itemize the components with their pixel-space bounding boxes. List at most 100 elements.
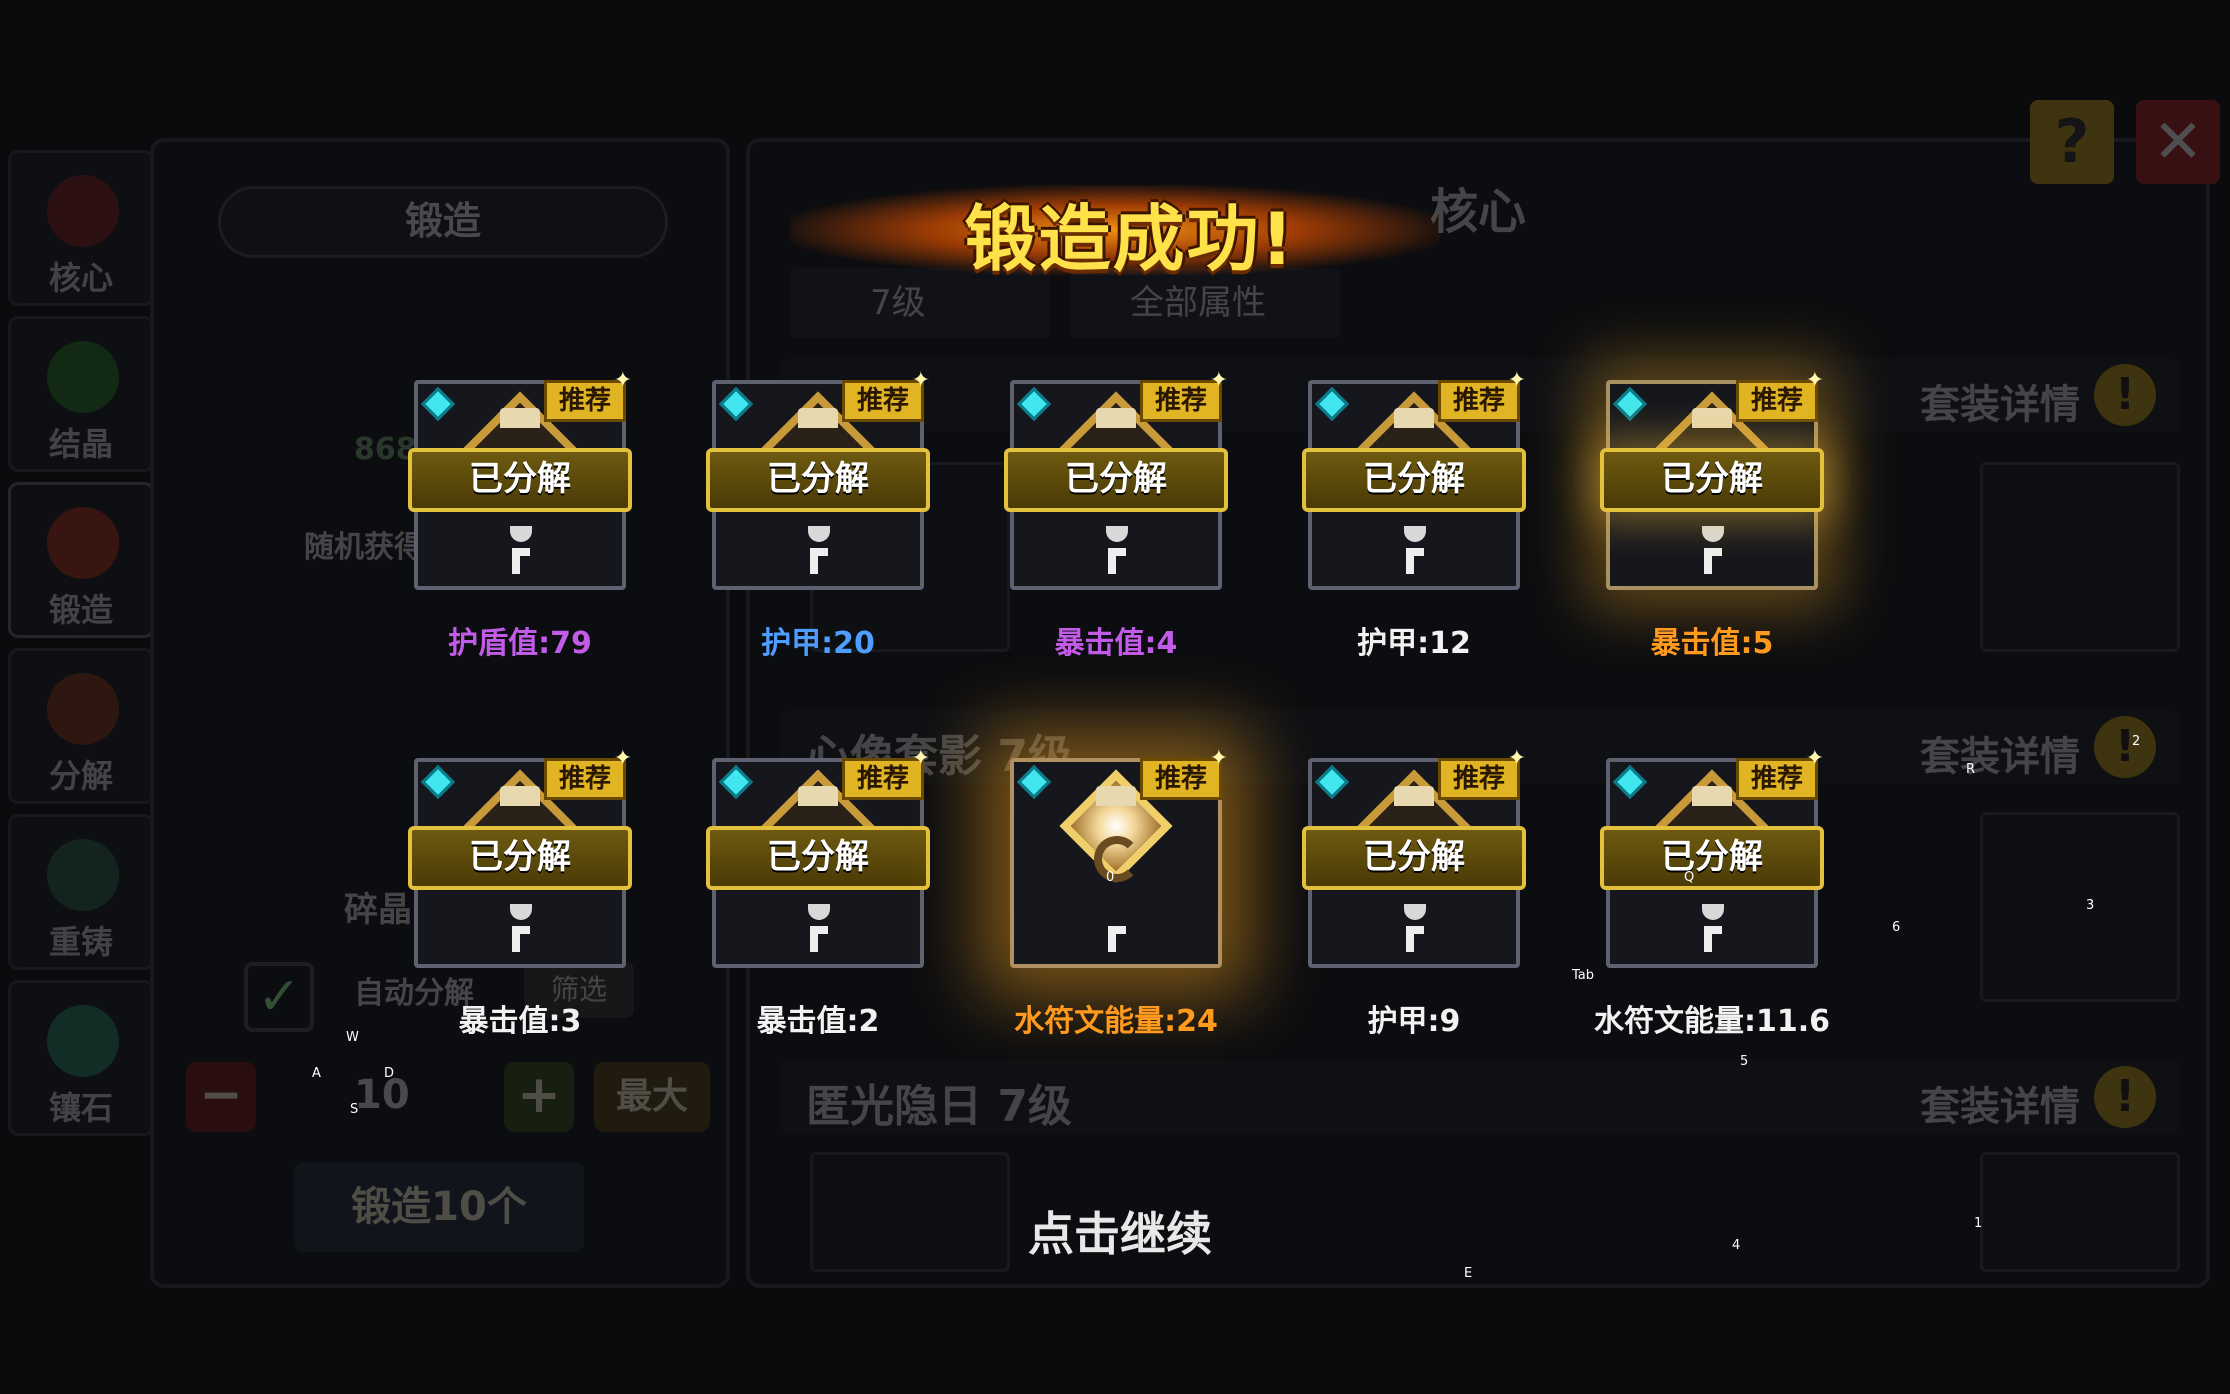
key-hint-6: 6 xyxy=(1892,920,1901,935)
gem-icon xyxy=(47,1005,119,1077)
result-stat: 暴击值:5 xyxy=(1650,626,1774,661)
sidebar-item-label: 锻造 xyxy=(48,591,113,629)
decomposed-stamp: 已分解 xyxy=(1302,448,1526,512)
core-stem xyxy=(1406,548,1424,574)
core-item-card[interactable] xyxy=(1980,812,2180,1002)
key-hint-q: Q xyxy=(1684,870,1695,885)
core-knob xyxy=(1394,408,1434,428)
core-knob xyxy=(500,786,540,806)
decomposed-stamp: 已分解 xyxy=(408,448,632,512)
sparkle-icon: ✦ xyxy=(1209,746,1228,771)
sparkle-icon: ✦ xyxy=(1805,746,1824,771)
result-card[interactable]: 推荐 ✦ 已分解 xyxy=(1004,368,1228,590)
sidebar-item-inlay[interactable]: 镶石 xyxy=(8,980,154,1136)
decomposed-stamp: 已分解 xyxy=(1302,826,1526,890)
sidebar-item-recast[interactable]: 重铸 xyxy=(8,814,154,970)
result-stat: 暴击值:4 xyxy=(1054,626,1178,661)
core-knob xyxy=(798,786,838,806)
core-stem xyxy=(810,926,828,952)
forge-quantity[interactable]: 10 xyxy=(354,1072,410,1118)
sparkle-icon: ✦ xyxy=(911,368,930,393)
result-stat: 暴击值:3 xyxy=(458,1004,582,1039)
result-card[interactable]: 推荐 ✦ 已分解 xyxy=(1302,746,1526,968)
key-hint-1: 1 xyxy=(1974,1216,1983,1231)
result-card-kept[interactable]: 推荐 ✦ xyxy=(1010,746,1228,968)
result-stat: 暴击值:2 xyxy=(756,1004,880,1039)
result-card[interactable]: 推荐 ✦ 已分解 xyxy=(1302,368,1526,590)
close-button[interactable]: ✕ xyxy=(2136,100,2220,184)
key-hint-d: D xyxy=(384,1066,395,1081)
tap-to-continue[interactable]: 点击继续 xyxy=(960,1198,1280,1264)
result-card[interactable]: 推荐 ✦ 已分解 xyxy=(706,746,930,968)
forge-panel: 锻造 8689 随机获得 碎晶 ✓ 自动分解 筛选 − 10 + 最大 锻造10… xyxy=(150,138,730,1288)
sidebar-item-crystal[interactable]: 结晶 xyxy=(8,316,154,472)
core-stem xyxy=(1108,548,1126,574)
key-hint-r: R xyxy=(1966,762,1976,777)
key-hint-5: 5 xyxy=(1740,1054,1749,1069)
result-card[interactable]: 推荐 ✦ 已分解 xyxy=(1600,368,1824,590)
info-icon[interactable]: ! xyxy=(2094,364,2156,426)
result-card[interactable]: 推荐 ✦ 已分解 xyxy=(408,368,632,590)
result-stat: 护盾值:79 xyxy=(448,626,592,661)
core-item-card[interactable] xyxy=(1980,462,2180,652)
help-button[interactable]: ? xyxy=(2030,100,2114,184)
core-stem xyxy=(1108,926,1126,952)
forge-panel-title: 锻造 xyxy=(218,186,668,258)
key-hint-a: A xyxy=(312,1066,321,1081)
core-stem xyxy=(1704,926,1722,952)
key-hint-tab: Tab xyxy=(1572,968,1595,983)
core-knob xyxy=(798,408,838,428)
info-icon[interactable]: ! xyxy=(2094,716,2156,778)
random-obtain-text: 随机获得 xyxy=(304,530,424,565)
anvil-icon xyxy=(47,507,119,579)
decomposed-stamp: 已分解 xyxy=(1600,448,1824,512)
info-icon[interactable]: ! xyxy=(2094,1066,2156,1128)
core-stem xyxy=(512,926,530,952)
result-card[interactable]: 推荐 ✦ 已分解 xyxy=(1600,746,1824,968)
sparkle-icon: ✦ xyxy=(911,746,930,771)
minus-button[interactable]: − xyxy=(186,1062,256,1132)
dialog-title: 锻造成功! xyxy=(964,197,1296,281)
sidebar-item-core[interactable]: 核心 xyxy=(8,150,154,306)
sparkle-icon: ✦ xyxy=(613,368,632,393)
result-card[interactable]: 推荐 ✦ 已分解 xyxy=(408,746,632,968)
set-detail-link[interactable]: 套装详情 xyxy=(1920,1074,2080,1132)
core-stem xyxy=(1406,926,1424,952)
result-stat: 护甲:20 xyxy=(761,626,875,661)
sidebar-item-label: 分解 xyxy=(48,757,113,795)
decompose-icon xyxy=(47,673,119,745)
decomposed-stamp: 已分解 xyxy=(1004,448,1228,512)
key-hint-4: 4 xyxy=(1732,1238,1741,1253)
key-hint-0: 0 xyxy=(1106,870,1115,885)
sidebar-item-label: 结晶 xyxy=(48,425,113,463)
auto-decompose-checkbox[interactable]: ✓ xyxy=(244,962,314,1032)
core-panel-title: 核心 xyxy=(1430,184,1527,240)
set-detail-link[interactable]: 套装详情 xyxy=(1920,724,2080,782)
sidebar-item-decompose[interactable]: 分解 xyxy=(8,648,154,804)
sidebar-item-label: 镶石 xyxy=(48,1089,113,1127)
core-icon xyxy=(47,175,119,247)
decomposed-stamp: 已分解 xyxy=(408,826,632,890)
set-detail-link[interactable]: 套装详情 xyxy=(1920,372,2080,430)
core-knob xyxy=(1394,786,1434,806)
core-item-card[interactable] xyxy=(1980,1152,2180,1272)
sidebar-item-forge[interactable]: 锻造 xyxy=(8,482,154,638)
key-hint-3: 3 xyxy=(2086,898,2095,913)
result-stat: 护甲:9 xyxy=(1367,1004,1461,1039)
max-button[interactable]: 最大 xyxy=(594,1062,710,1132)
sparkle-icon: ✦ xyxy=(1805,368,1824,393)
core-stem xyxy=(512,548,530,574)
swirl-icon xyxy=(1094,836,1140,882)
key-hint-w: W xyxy=(346,1030,359,1045)
core-knob xyxy=(1096,786,1136,806)
result-stat: 水符文能量:11.6 xyxy=(1593,1004,1830,1039)
crystal-icon xyxy=(47,341,119,413)
sidebar-item-label: 重铸 xyxy=(48,923,113,961)
result-card[interactable]: 推荐 ✦ 已分解 xyxy=(706,368,930,590)
decomposed-stamp: 已分解 xyxy=(706,826,930,890)
result-stat: 水符文能量:24 xyxy=(1014,1004,1218,1039)
forge-10-button[interactable]: 锻造10个 xyxy=(294,1162,584,1252)
key-hint-e: E xyxy=(1464,1266,1473,1281)
sparkle-icon: ✦ xyxy=(1507,746,1526,771)
plus-button[interactable]: + xyxy=(504,1062,574,1132)
